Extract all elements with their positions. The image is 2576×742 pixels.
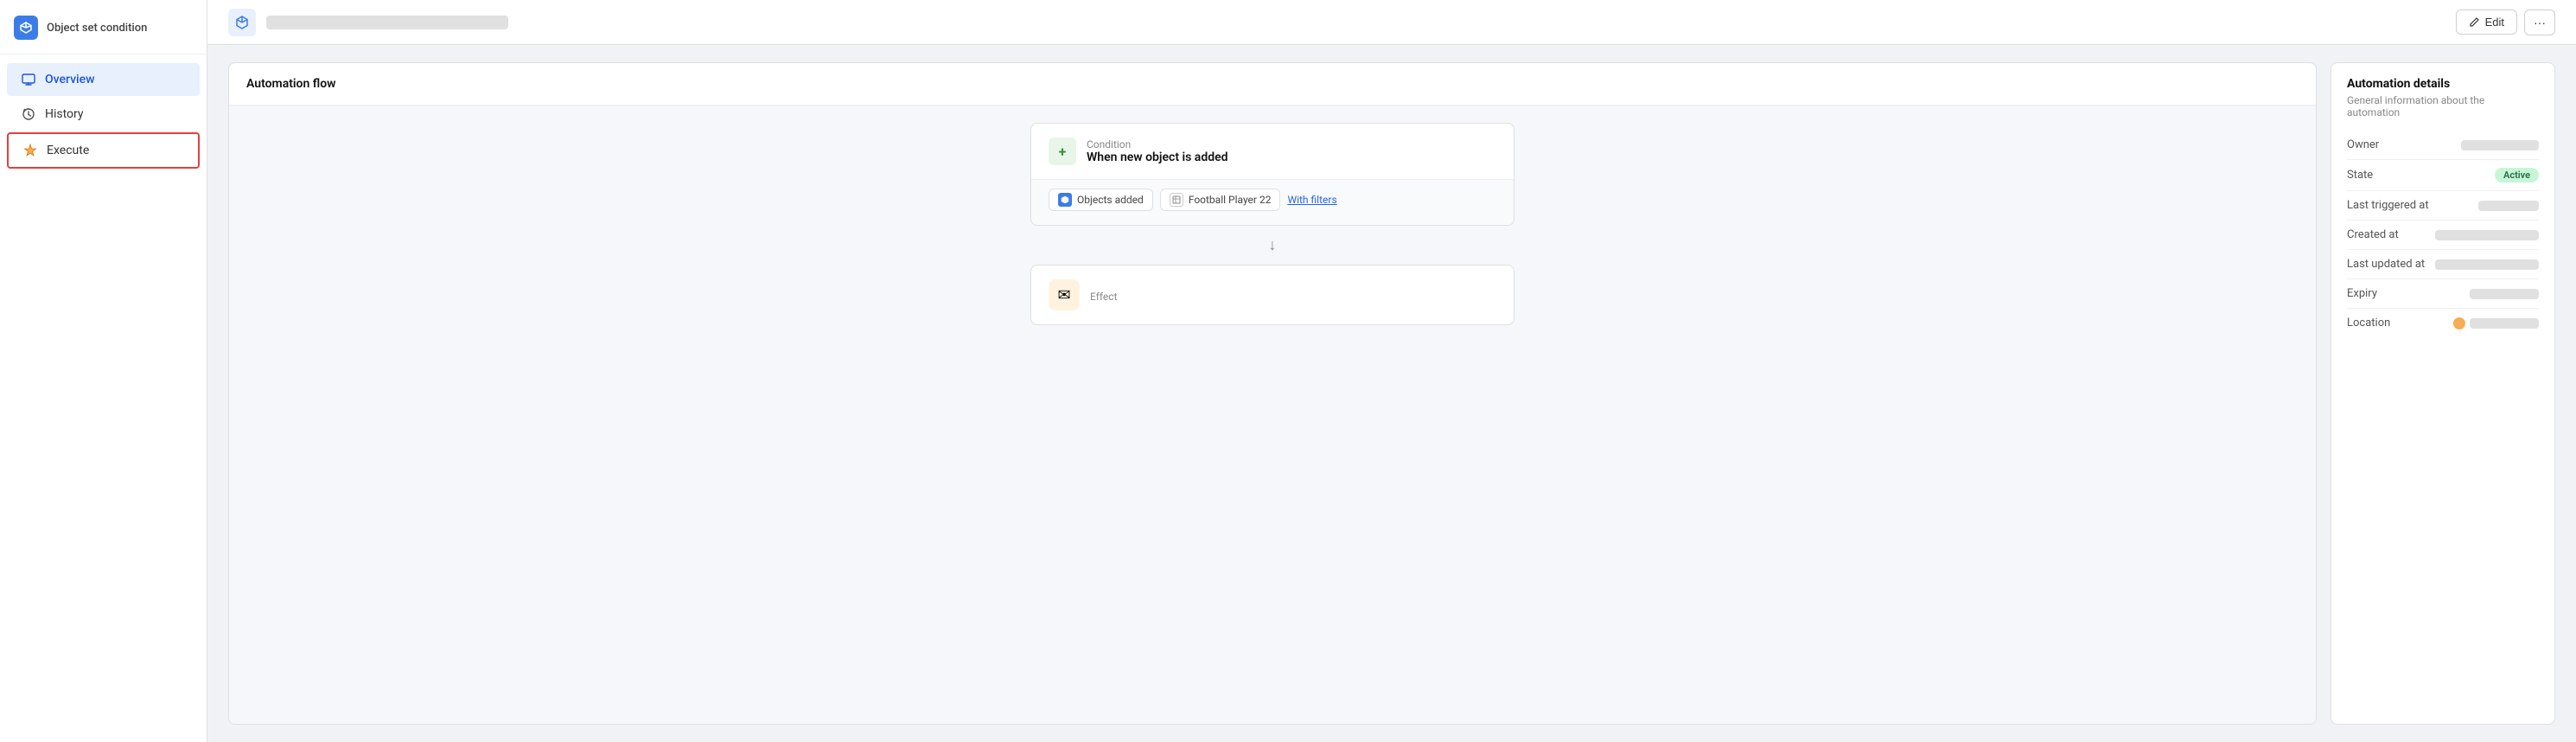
condition-value: When new object is added [1087,150,1228,164]
top-bar-app-icon [228,9,256,36]
details-subtitle: General information about the automation [2347,94,2539,118]
effect-mail-icon: ✉ [1049,279,1080,310]
sidebar-item-history[interactable]: History [7,98,200,131]
details-row-location: Location [2347,309,2539,337]
football-player-label: Football Player 22 [1189,194,1272,206]
sidebar-item-history-label: History [45,107,84,121]
state-badge: Active [2495,168,2539,182]
objects-added-tag[interactable]: Objects added [1049,189,1153,211]
location-text-value [2470,318,2539,329]
monitor-icon [21,72,36,87]
details-row-expiry: Expiry [2347,279,2539,309]
effect-block: ✉ Effect [1030,265,1514,325]
sidebar-title: Object set condition [47,22,147,35]
details-value-owner [2461,140,2539,150]
app-logo-icon [14,16,38,40]
details-row-last-updated: Last updated at [2347,250,2539,279]
sidebar-item-overview[interactable]: Overview [7,63,200,96]
content-body: Automation flow + Condition When new obj… [207,45,2576,742]
details-key-expiry: Expiry [2347,287,2377,300]
table-icon [1170,193,1183,207]
objects-added-label: Objects added [1077,194,1144,206]
top-bar-left [228,9,508,36]
nav-menu: Overview History Execute [0,54,207,177]
details-panel: Automation details General information a… [2331,62,2555,725]
details-row-owner: Owner [2347,131,2539,160]
details-key-owner: Owner [2347,138,2379,151]
effect-header: ✉ Effect [1031,265,1514,324]
details-value-location [2453,318,2539,329]
with-filters-link[interactable]: With filters [1287,194,1336,206]
details-row-state: State Active [2347,160,2539,191]
details-row-created: Created at [2347,221,2539,250]
sidebar-item-execute[interactable]: Execute [7,132,200,169]
details-value-created [2435,230,2539,240]
sidebar-item-overview-label: Overview [45,73,94,86]
edit-icon [2469,16,2480,28]
condition-tags: Objects added Football Player 22 [1031,179,1514,225]
details-title: Automation details [2347,77,2539,91]
top-bar-actions: Edit ··· [2456,10,2555,35]
flow-panel-header: Automation flow [229,63,2316,106]
condition-plus-icon: + [1049,138,1076,165]
more-button[interactable]: ··· [2524,10,2555,35]
details-row-last-triggered: Last triggered at [2347,191,2539,221]
details-key-location: Location [2347,317,2390,329]
main-content: Edit ··· Automation flow + Condition Whe… [207,0,2576,742]
execute-icon [22,143,38,158]
details-value-expiry [2470,289,2539,299]
effect-label: Effect [1090,291,1118,303]
effect-text: Effect [1090,287,1118,304]
flow-arrow: ↓ [1269,226,1277,265]
sidebar: Object set condition Overview [0,0,207,742]
location-dot-icon [2453,317,2465,329]
condition-header: + Condition When new object is added [1031,124,1514,179]
flow-content: + Condition When new object is added [229,106,2316,724]
football-player-tag[interactable]: Football Player 22 [1160,189,1281,211]
sidebar-item-execute-label: Execute [47,144,89,157]
condition-label: Condition [1087,138,1228,150]
edit-button[interactable]: Edit [2456,10,2517,35]
details-key-created: Created at [2347,228,2399,241]
top-bar-title [266,16,508,29]
condition-block: + Condition When new object is added [1030,123,1514,226]
condition-text: Condition When new object is added [1087,138,1228,164]
details-key-last-updated: Last updated at [2347,258,2425,271]
details-value-last-updated [2435,259,2539,270]
top-bar: Edit ··· [207,0,2576,45]
details-value-last-triggered [2478,201,2539,211]
details-key-state: State [2347,169,2373,182]
history-icon [21,106,36,122]
flow-panel: Automation flow + Condition When new obj… [228,62,2317,725]
sidebar-header: Object set condition [0,7,207,54]
objects-added-icon [1058,193,1072,207]
details-key-last-triggered: Last triggered at [2347,199,2429,212]
